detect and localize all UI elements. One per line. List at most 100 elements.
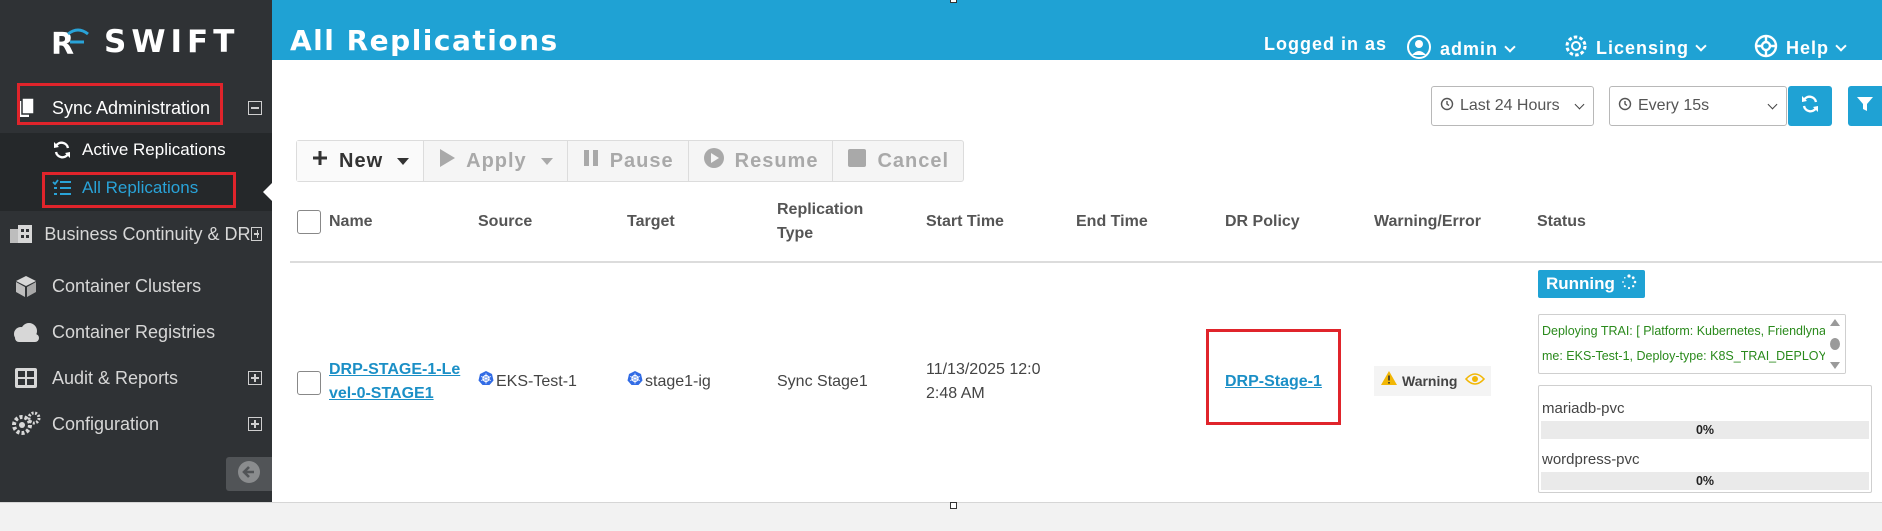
column-header-dr-policy[interactable]: DR Policy bbox=[1225, 210, 1300, 234]
eye-icon[interactable] bbox=[1465, 369, 1486, 393]
chevron-down-icon bbox=[1767, 99, 1778, 110]
time-range-value: Last 24 Hours bbox=[1460, 97, 1560, 114]
target-cell: stage1-ig bbox=[627, 370, 711, 394]
logo-mark-icon: R bbox=[50, 24, 90, 62]
user-name: admin bbox=[1440, 39, 1499, 59]
help-menu[interactable]: Help bbox=[1754, 34, 1847, 63]
new-label: New bbox=[339, 149, 384, 172]
pause-label: Pause bbox=[609, 149, 674, 172]
column-header-start-time[interactable]: Start Time bbox=[926, 210, 1004, 234]
pause-button[interactable]: Pause bbox=[568, 141, 689, 181]
caret-down-icon bbox=[397, 157, 410, 165]
apply-button[interactable]: Apply bbox=[424, 141, 568, 181]
app-logo[interactable]: R SWIFT bbox=[50, 22, 239, 62]
resume-label: Resume bbox=[734, 149, 819, 172]
resize-handle[interactable] bbox=[950, 502, 957, 509]
column-header-target[interactable]: Target bbox=[627, 210, 675, 234]
cancel-label: Cancel bbox=[877, 149, 950, 172]
cancel-button[interactable]: Cancel bbox=[833, 141, 963, 181]
log-text: Deploying TRAI: [ Platform: Kubernetes, … bbox=[1542, 319, 1845, 369]
column-header-name[interactable]: Name bbox=[329, 210, 373, 234]
start-time-line: 11/13/2025 12:0 bbox=[926, 361, 1041, 378]
table-header-divider bbox=[290, 261, 1882, 263]
history-icon bbox=[1440, 97, 1454, 116]
sidebar-item-configuration[interactable]: Configuration bbox=[0, 404, 272, 444]
column-header-replication-type[interactable]: Replication Type bbox=[777, 198, 863, 246]
licensing-label: Licensing bbox=[1596, 38, 1690, 58]
page-title: All Replications bbox=[290, 24, 559, 57]
chevron-down-icon bbox=[1695, 40, 1707, 52]
status-log[interactable]: Deploying TRAI: [ Platform: Kubernetes, … bbox=[1538, 314, 1846, 374]
stop-icon bbox=[847, 148, 867, 174]
kubernetes-icon bbox=[627, 370, 643, 394]
sidebar-item-label: Audit & Reports bbox=[52, 367, 179, 388]
sidebar-item-label: Business Continuity & DR bbox=[44, 223, 251, 244]
replication-type-cell: Sync Stage1 bbox=[777, 373, 868, 390]
sidebar-item-container-clusters[interactable]: Container Clusters bbox=[0, 266, 272, 306]
sidebar-item-label: Container Registries bbox=[52, 321, 216, 342]
list-icon bbox=[48, 179, 76, 197]
sidebar-item-label: Sync Administration bbox=[52, 97, 211, 118]
chevron-down-icon bbox=[1574, 99, 1585, 110]
filter-button[interactable] bbox=[1848, 86, 1882, 126]
column-header-warning-error[interactable]: Warning/Error bbox=[1374, 210, 1481, 234]
building-icon bbox=[8, 223, 36, 245]
replication-name-link[interactable]: DRP-STAGE-1-Le vel-0-STAGE1 bbox=[329, 358, 460, 406]
sidebar-item-active-replications[interactable]: Active Replications bbox=[0, 132, 272, 168]
resume-button[interactable]: Resume bbox=[689, 141, 834, 181]
sidebar-item-all-replications[interactable]: All Replications bbox=[0, 170, 272, 206]
column-header-status[interactable]: Status bbox=[1537, 210, 1586, 234]
logged-in-text: Logged in as bbox=[1264, 34, 1388, 54]
select-all-checkbox[interactable] bbox=[297, 210, 321, 234]
target-name: stage1-ig bbox=[645, 373, 711, 390]
sidebar-item-sync-administration[interactable]: Sync Administration bbox=[0, 88, 272, 128]
refresh-icon bbox=[48, 140, 76, 160]
time-range-select[interactable]: Last 24 Hours bbox=[1431, 86, 1594, 126]
sidebar-item-label: All Replications bbox=[82, 178, 199, 197]
sidebar-item-label: Container Clusters bbox=[52, 275, 202, 296]
plus-icon bbox=[311, 149, 329, 173]
logged-in-label: Logged in as bbox=[1264, 34, 1387, 55]
expand-toggle-icon[interactable] bbox=[250, 227, 262, 241]
sidebar-item-label: Active Replications bbox=[82, 140, 226, 159]
gears-icon bbox=[8, 411, 44, 437]
start-time-cell: 11/13/2025 12:0 2:48 AM bbox=[926, 358, 1040, 406]
clock-icon bbox=[1618, 97, 1632, 116]
arrow-left-icon bbox=[237, 460, 261, 489]
column-header-line: Replication bbox=[777, 201, 864, 218]
pvc-progress-bar: 0% bbox=[1541, 421, 1869, 439]
pvc-progress-bar: 0% bbox=[1541, 472, 1869, 490]
resize-handle[interactable] bbox=[950, 0, 957, 3]
expand-toggle-icon[interactable] bbox=[248, 371, 262, 385]
row-select-checkbox[interactable] bbox=[297, 371, 321, 395]
log-scrollbar[interactable] bbox=[1825, 315, 1845, 373]
app-window: R SWIFT Sync Administration Active Repli… bbox=[0, 0, 1882, 531]
dr-policy-link[interactable]: DRP-Stage-1 bbox=[1225, 370, 1322, 394]
new-button[interactable]: New bbox=[297, 141, 425, 181]
refresh-interval-value: Every 15s bbox=[1638, 97, 1710, 114]
source-name: EKS-Test-1 bbox=[496, 373, 577, 390]
column-header-end-time[interactable]: End Time bbox=[1076, 210, 1148, 234]
refresh-interval-select[interactable]: Every 15s bbox=[1609, 86, 1787, 126]
sidebar: R SWIFT Sync Administration Active Repli… bbox=[0, 0, 272, 502]
collapse-sidebar-button[interactable] bbox=[226, 457, 272, 491]
pvc-name: wordpress-pvc bbox=[1542, 451, 1640, 468]
active-pointer bbox=[263, 183, 272, 201]
sidebar-item-audit-reports[interactable]: Audit & Reports bbox=[0, 358, 272, 398]
main-content: Last 24 Hours Every 15s New Apply Pause … bbox=[272, 60, 1882, 502]
expand-toggle-icon[interactable] bbox=[248, 417, 262, 431]
filter-icon bbox=[1856, 95, 1874, 118]
refresh-button[interactable] bbox=[1788, 86, 1832, 126]
cloud-icon bbox=[8, 322, 44, 342]
sidebar-item-container-registries[interactable]: Container Registries bbox=[0, 312, 272, 352]
collapse-toggle-icon[interactable] bbox=[248, 101, 262, 115]
status-label: Running bbox=[1546, 274, 1615, 293]
start-time-line: 2:48 AM bbox=[926, 385, 985, 402]
licensing-menu[interactable]: Licensing bbox=[1564, 34, 1707, 63]
folder-icon bbox=[8, 96, 44, 120]
warning-badge[interactable]: Warning bbox=[1374, 366, 1492, 396]
sidebar-item-business-continuity[interactable]: Business Continuity & DR bbox=[0, 214, 272, 254]
column-header-source[interactable]: Source bbox=[478, 210, 532, 234]
pvc-name: mariadb-pvc bbox=[1542, 400, 1625, 417]
gear-icon bbox=[1564, 34, 1588, 63]
